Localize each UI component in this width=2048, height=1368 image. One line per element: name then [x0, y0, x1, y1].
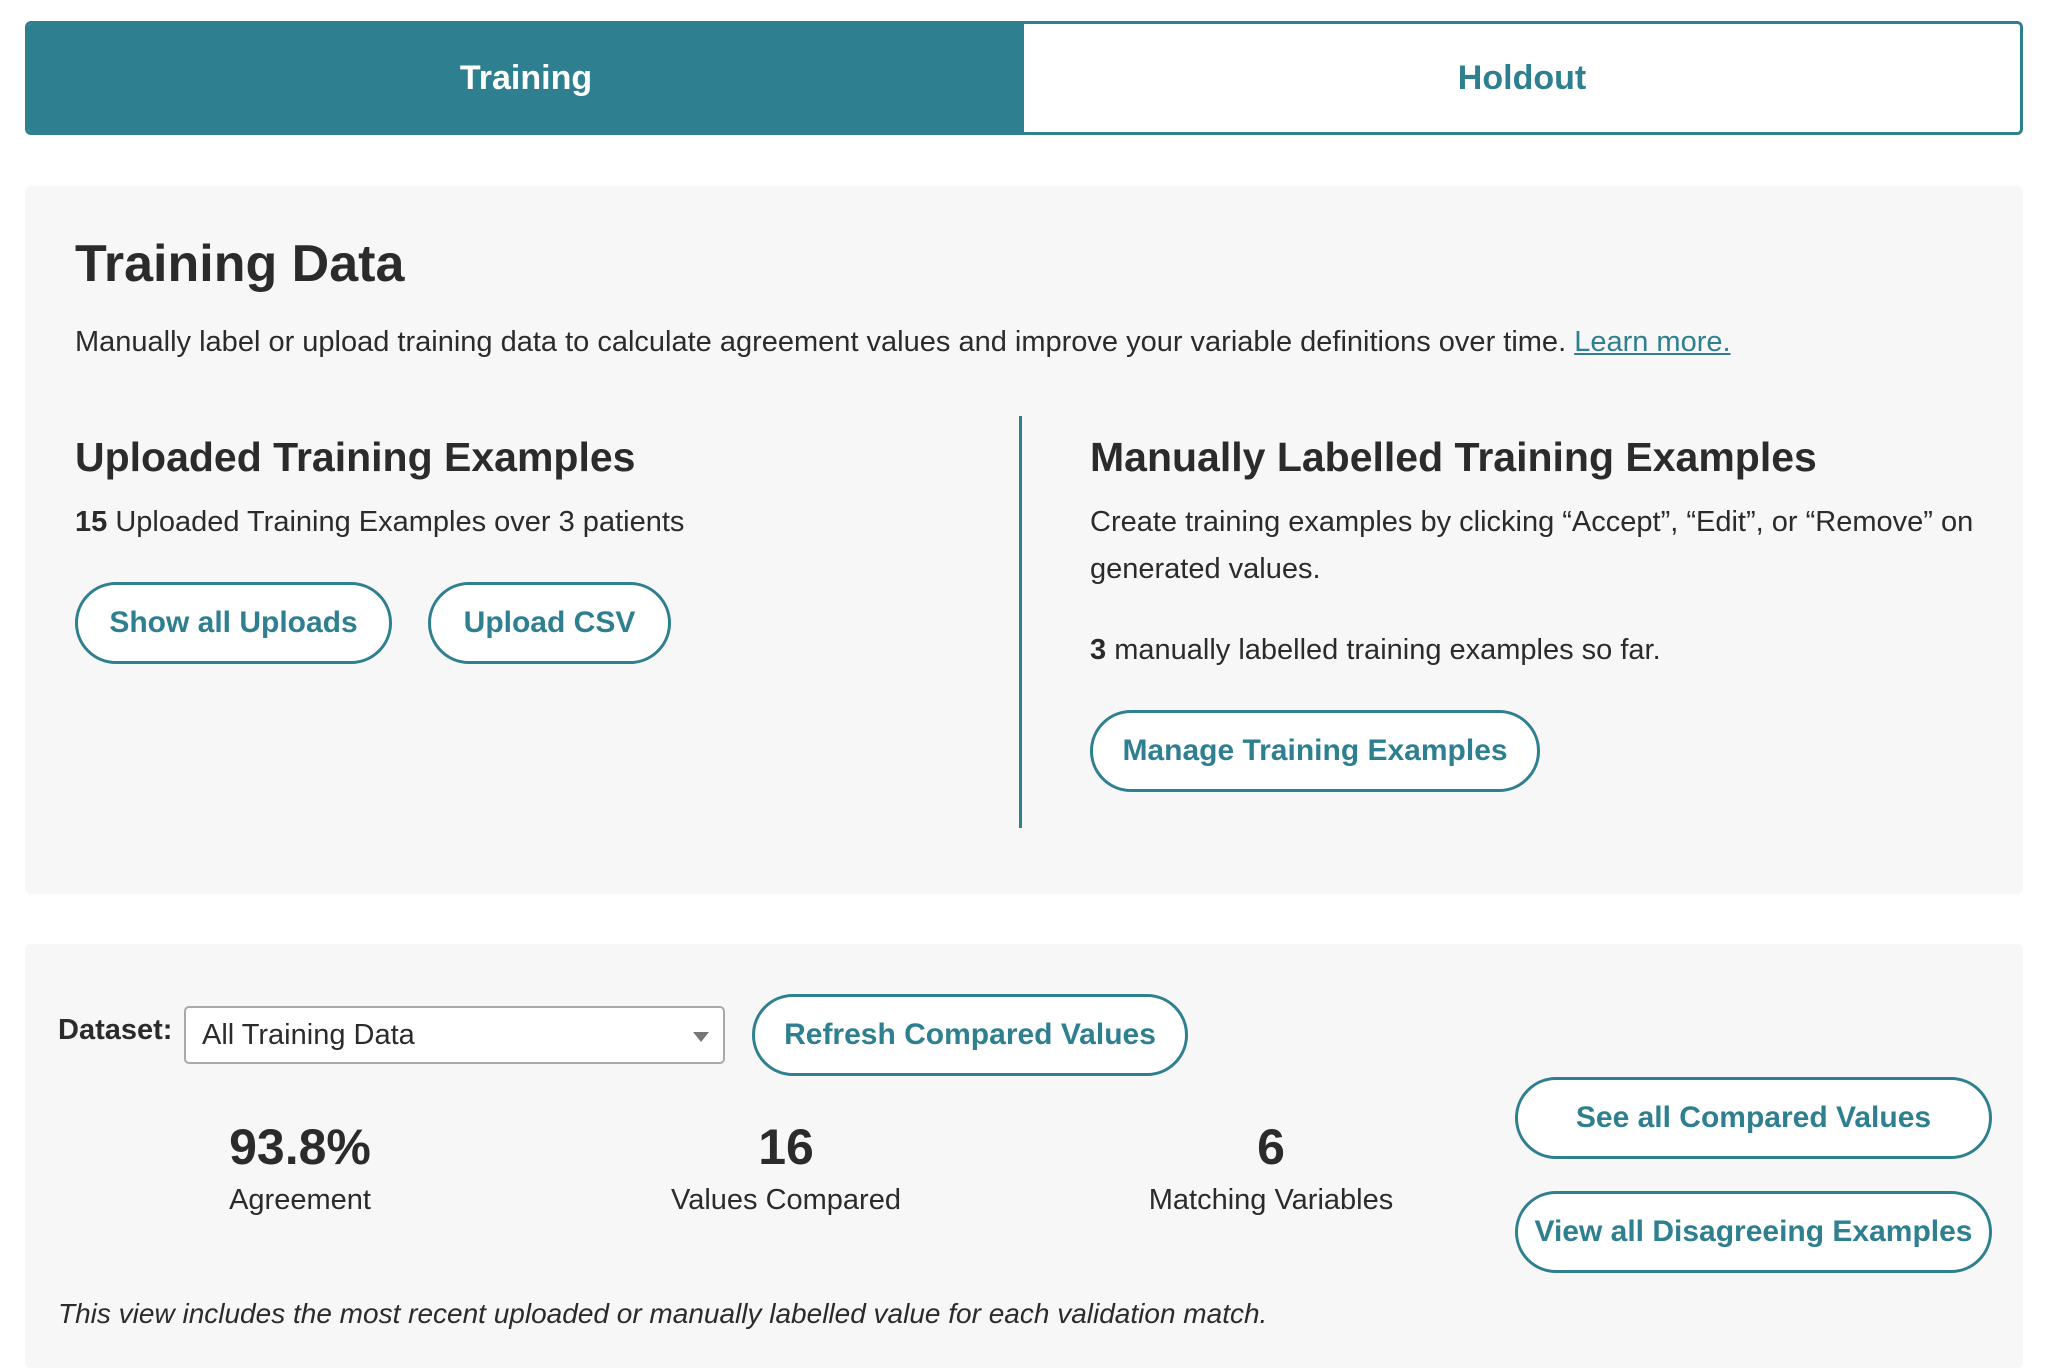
values-compared-label: Values Compared [671, 1184, 901, 1216]
values-compared-value: 16 [758, 1119, 814, 1175]
matching-variables-stat: 6 Matching Variables [1111, 1118, 1431, 1217]
view-all-disagreeing-examples-button[interactable]: View all Disagreeing Examples [1515, 1191, 1992, 1273]
see-all-compared-values-button[interactable]: See all Compared Values [1515, 1077, 1992, 1159]
training-data-intro: Manually label or upload training data t… [75, 326, 1731, 359]
tab-holdout[interactable]: Holdout [1024, 24, 2020, 132]
intro-text: Manually label or upload training data t… [75, 326, 1567, 358]
upload-csv-button[interactable]: Upload CSV [428, 582, 671, 664]
manual-count: 3 [1090, 634, 1107, 666]
agreement-stat: 93.8% Agreement [140, 1118, 460, 1217]
uploaded-summary: 15 Uploaded Training Examples over 3 pat… [75, 499, 684, 546]
dataset-select[interactable]: All Training Data [184, 1006, 725, 1064]
show-all-uploads-button[interactable]: Show all Uploads [75, 582, 392, 664]
tab-bar: Training Holdout [25, 21, 2023, 135]
values-compared-stat: 16 Values Compared [626, 1118, 946, 1217]
manual-summary-text: manually labelled training examples so f… [1114, 634, 1661, 666]
uploaded-count: 15 [75, 506, 108, 538]
tab-training[interactable]: Training [28, 24, 1024, 132]
manual-description: Create training examples by clicking “Ac… [1090, 506, 1974, 585]
learn-more-link[interactable]: Learn more. [1574, 326, 1730, 358]
manual-examples-title: Manually Labelled Training Examples [1090, 434, 1817, 480]
manual-summary: 3 manually labelled training examples so… [1090, 627, 1661, 674]
matching-variables-value: 6 [1257, 1119, 1285, 1175]
matching-variables-label: Matching Variables [1148, 1184, 1394, 1216]
agreement-label: Agreement [229, 1184, 371, 1216]
dataset-selected-value: All Training Data [202, 1018, 415, 1051]
manage-training-examples-button[interactable]: Manage Training Examples [1090, 710, 1540, 792]
comparison-footnote: This view includes the most recent uploa… [58, 1298, 1268, 1329]
refresh-compared-values-button[interactable]: Refresh Compared Values [752, 994, 1188, 1076]
chevron-down-icon [693, 1032, 709, 1042]
uploaded-examples-title: Uploaded Training Examples [75, 434, 636, 480]
agreement-value: 93.8% [229, 1119, 371, 1175]
training-data-panel: Training Data Manually label or upload t… [25, 186, 2023, 894]
column-divider [1019, 416, 1022, 828]
dataset-label: Dataset: [58, 1014, 173, 1046]
uploaded-summary-text: Uploaded Training Examples over 3 patien… [115, 506, 685, 538]
training-data-title: Training Data [75, 235, 405, 293]
comparison-panel: Dataset: All Training Data Refresh Compa… [25, 944, 2023, 1368]
